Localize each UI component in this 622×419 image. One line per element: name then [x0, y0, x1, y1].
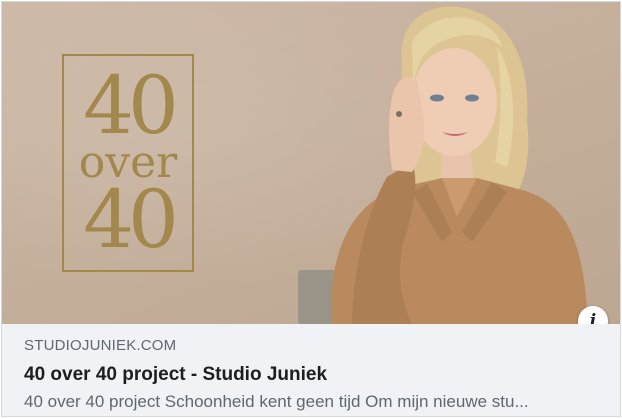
- link-description: 40 over 40 project Schoonheid kent geen …: [24, 392, 529, 411]
- link-meta[interactable]: STUDIOJUNIEK.COM 40 over 40 project - St…: [2, 324, 620, 414]
- link-domain: STUDIOJUNIEK.COM: [24, 337, 177, 354]
- info-icon: i: [589, 311, 597, 324]
- 40-over-40-logo: 40 over 40: [62, 54, 194, 272]
- woman-portrait: [331, 6, 588, 324]
- preview-image[interactable]: 40 over 40 i: [2, 2, 620, 324]
- link-preview-card[interactable]: 40 over 40 i STUDIOJUNIEK.COM 40 over 40…: [1, 1, 621, 417]
- link-title[interactable]: 40 over 40 project - Studio Juniek: [24, 362, 598, 388]
